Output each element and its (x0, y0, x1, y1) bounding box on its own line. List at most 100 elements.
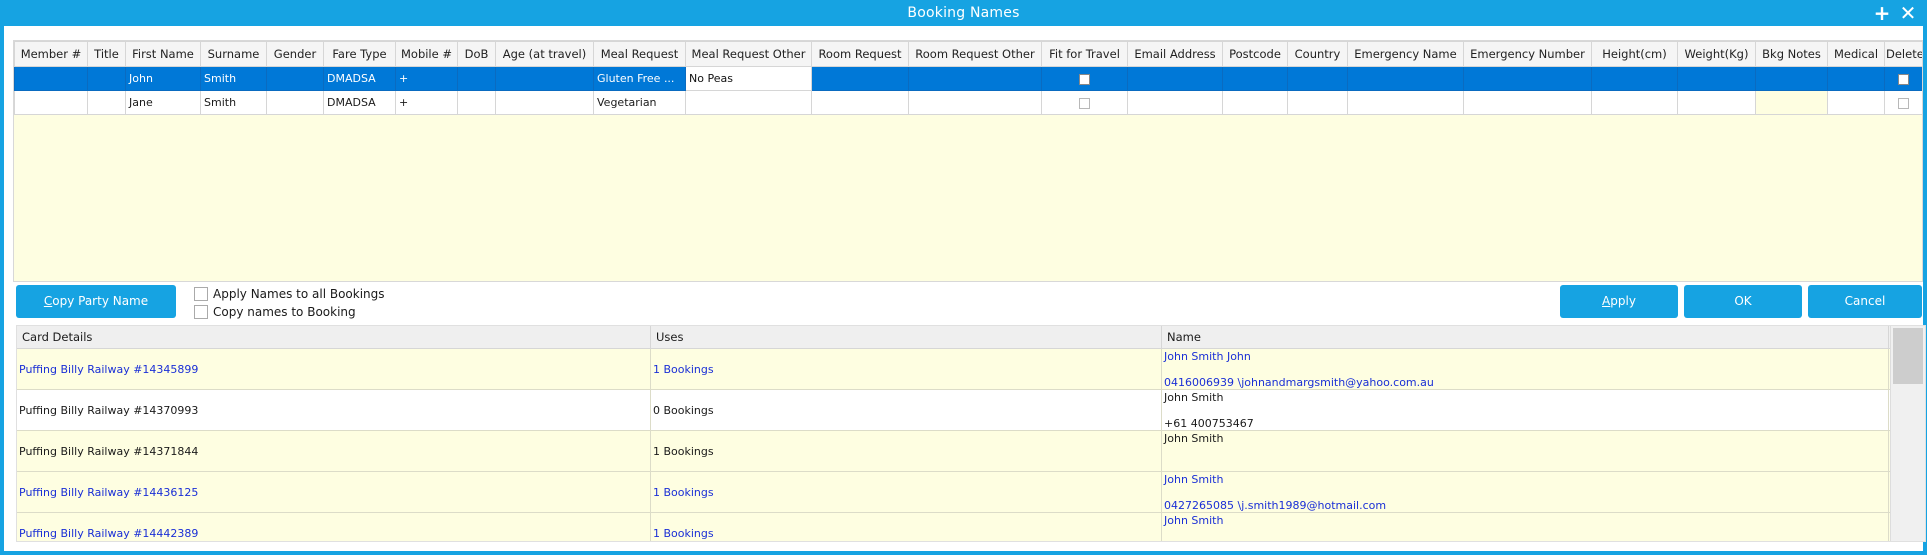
col-gender[interactable]: Gender (266, 41, 324, 67)
card-name[interactable]: John Smith 0427265085 \j.smith1989@hotma… (1162, 472, 1889, 512)
list-item[interactable]: Puffing Billy Railway #14442389 1 Bookin… (17, 513, 1925, 541)
col-email[interactable]: Email Address (1127, 41, 1223, 67)
cell-mobile[interactable]: + (395, 66, 458, 91)
list-item[interactable]: Puffing Billy Railway #14436125 1 Bookin… (17, 472, 1925, 513)
col-card-details[interactable]: Card Details (17, 326, 651, 348)
close-icon[interactable]: ✕ (1897, 0, 1919, 26)
cell-emergency-number[interactable] (1463, 66, 1592, 91)
card-uses[interactable]: 1 Bookings (651, 349, 1162, 389)
cell-meal-request-other[interactable] (685, 90, 812, 115)
cell-delete[interactable] (1884, 66, 1922, 91)
col-meal-request[interactable]: Meal Request (593, 41, 686, 67)
col-weight[interactable]: Weight(Kg) (1677, 41, 1756, 67)
cell-postcode[interactable] (1222, 90, 1288, 115)
cell-emergency-number[interactable] (1463, 90, 1592, 115)
add-icon[interactable]: + (1871, 0, 1893, 26)
delete-checkbox[interactable] (1898, 73, 1909, 85)
cell-dob[interactable] (457, 90, 496, 115)
table-row[interactable]: John Smith DMADSA + Gluten Free ... No P… (14, 66, 1922, 91)
ok-button[interactable]: OK (1684, 285, 1802, 318)
cell-title[interactable] (87, 66, 126, 91)
fit-for-travel-checkbox[interactable] (1079, 73, 1090, 85)
list-item[interactable]: Puffing Billy Railway #14345899 1 Bookin… (17, 349, 1925, 390)
col-emergency-name[interactable]: Emergency Name (1347, 41, 1464, 67)
cell-emergency-name[interactable] (1347, 90, 1464, 115)
col-surname[interactable]: Surname (200, 41, 267, 67)
cell-medical[interactable] (1827, 90, 1885, 115)
cell-room-request[interactable] (811, 66, 909, 91)
card-details[interactable]: Puffing Billy Railway #14370993 (17, 390, 651, 430)
copy-names-booking-option[interactable]: Copy names to Booking (194, 305, 356, 319)
cell-age[interactable] (495, 90, 594, 115)
scrollbar-thumb[interactable] (1893, 328, 1923, 384)
cell-surname[interactable]: Smith (200, 66, 267, 91)
cell-fit-for-travel[interactable] (1041, 66, 1128, 91)
card-uses[interactable]: 0 Bookings (651, 390, 1162, 430)
fit-for-travel-checkbox[interactable] (1079, 97, 1090, 109)
cell-fit-for-travel[interactable] (1041, 90, 1128, 115)
cell-delete[interactable] (1884, 90, 1922, 115)
cell-bkg-notes[interactable] (1755, 90, 1828, 115)
card-name[interactable]: John Smith +61 400753467 (1162, 390, 1889, 430)
cell-height[interactable] (1591, 66, 1678, 91)
col-bkg-notes[interactable]: Bkg Notes (1755, 41, 1828, 67)
cell-dob[interactable] (457, 66, 496, 91)
copy-names-booking-checkbox[interactable] (194, 305, 208, 319)
col-room-request-other[interactable]: Room Request Other (908, 41, 1042, 67)
card-details[interactable]: Puffing Billy Railway #14442389 (17, 513, 651, 541)
list-item[interactable]: Puffing Billy Railway #14371844 1 Bookin… (17, 431, 1925, 472)
cell-fare-type[interactable]: DMADSA (323, 66, 396, 91)
col-medical[interactable]: Medical (1827, 41, 1885, 67)
apply-names-all-checkbox[interactable] (194, 287, 208, 301)
cell-bkg-notes[interactable] (1755, 66, 1828, 91)
delete-checkbox[interactable] (1898, 97, 1909, 109)
cell-room-request-other[interactable] (908, 66, 1042, 91)
card-details[interactable]: Puffing Billy Railway #14371844 (17, 431, 651, 471)
col-delete[interactable]: Delete (1884, 41, 1922, 67)
cell-gender[interactable] (266, 66, 324, 91)
cell-medical[interactable] (1827, 66, 1885, 91)
cell-room-request[interactable] (811, 90, 909, 115)
cell-title[interactable] (87, 90, 126, 115)
card-name[interactable]: John Smith (1162, 431, 1889, 471)
vertical-scrollbar[interactable] (1890, 326, 1925, 541)
col-room-request[interactable]: Room Request (811, 41, 909, 67)
cell-surname[interactable]: Smith (200, 90, 267, 115)
col-meal-request-other[interactable]: Meal Request Other (685, 41, 812, 67)
cell-emergency-name[interactable] (1347, 66, 1464, 91)
col-age[interactable]: Age (at travel) (495, 41, 594, 67)
cell-first-name[interactable]: Jane (125, 90, 201, 115)
col-country[interactable]: Country (1287, 41, 1348, 67)
apply-names-all-option[interactable]: Apply Names to all Bookings (194, 287, 385, 301)
card-uses[interactable]: 1 Bookings (651, 431, 1162, 471)
col-fare-type[interactable]: Fare Type (323, 41, 396, 67)
cell-room-request-other[interactable] (908, 90, 1042, 115)
cell-postcode[interactable] (1222, 66, 1288, 91)
copy-party-name-button[interactable]: Copy Party Name (16, 285, 176, 318)
apply-button[interactable]: Apply (1560, 285, 1678, 318)
col-mobile[interactable]: Mobile # (395, 41, 458, 67)
col-first-name[interactable]: First Name (125, 41, 201, 67)
col-emergency-number[interactable]: Emergency Number (1463, 41, 1592, 67)
card-uses[interactable]: 1 Bookings (651, 513, 1162, 541)
col-dob[interactable]: DoB (457, 41, 496, 67)
cell-member[interactable] (14, 66, 88, 91)
col-name[interactable]: Name (1162, 326, 1889, 348)
cell-height[interactable] (1591, 90, 1678, 115)
cell-weight[interactable] (1677, 90, 1756, 115)
cell-country[interactable] (1287, 90, 1348, 115)
cell-meal-request[interactable]: Vegetarian (593, 90, 686, 115)
cell-meal-request-other[interactable]: No Peas (685, 66, 812, 91)
list-item[interactable]: Puffing Billy Railway #14370993 0 Bookin… (17, 390, 1925, 431)
col-postcode[interactable]: Postcode (1222, 41, 1288, 67)
col-uses[interactable]: Uses (651, 326, 1162, 348)
cell-age[interactable] (495, 66, 594, 91)
col-member[interactable]: Member # (14, 41, 88, 67)
cell-fare-type[interactable]: DMADSA (323, 90, 396, 115)
cell-meal-request[interactable]: Gluten Free ... (593, 66, 686, 91)
cell-email[interactable] (1127, 66, 1223, 91)
cancel-button[interactable]: Cancel (1808, 285, 1922, 318)
card-details[interactable]: Puffing Billy Railway #14436125 (17, 472, 651, 512)
cell-country[interactable] (1287, 66, 1348, 91)
card-name[interactable]: John Smith John 0416006939 \johnandmargs… (1162, 349, 1889, 389)
